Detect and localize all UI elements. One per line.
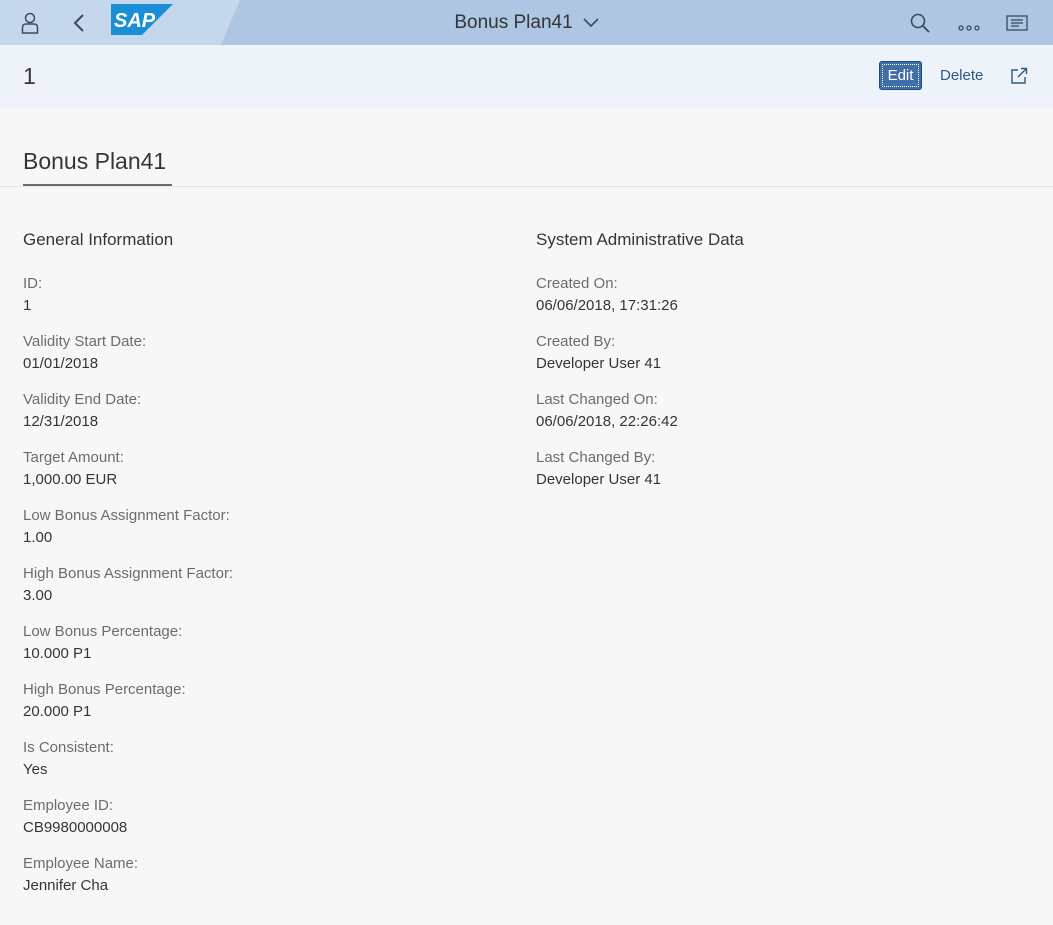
general-information-title: General Information	[23, 230, 174, 249]
field-value: 06/06/2018, 22:26:42	[536, 413, 678, 430]
field-label: Validity End Date:	[23, 391, 142, 408]
field-label: Low Bonus Percentage:	[23, 623, 183, 640]
field-value: 06/06/2018, 17:31:26	[536, 297, 678, 314]
field-label: Created On:	[536, 275, 618, 292]
field-label: Validity Start Date:	[23, 333, 147, 350]
form-field: Employee ID: CB9980000008	[23, 796, 483, 854]
object-header: 1 Edit Delete	[0, 45, 1053, 108]
form-field: Is Consistent: Yes	[23, 738, 483, 796]
field-label: High Bonus Assignment Factor:	[23, 565, 234, 582]
form-field: High Bonus Percentage: 20.000 P1	[23, 680, 483, 738]
field-value: Developer User 41	[536, 355, 662, 372]
tab-bonus-plan[interactable]: Bonus Plan41	[23, 148, 166, 175]
form-field: Last Changed On: 06/06/2018, 22:26:42	[536, 390, 996, 448]
form-field: Validity End Date: 12/31/2018	[23, 390, 483, 448]
notification-list-icon	[1006, 14, 1028, 31]
field-value: Jennifer Cha	[23, 877, 109, 894]
edit-button[interactable]: Edit	[879, 61, 922, 90]
tab-bar-divider	[0, 186, 1053, 187]
field-label: Employee Name:	[23, 855, 139, 872]
field-value: CB9980000008	[23, 819, 128, 836]
field-value: 1.00	[23, 529, 53, 546]
field-label: Created By:	[536, 333, 616, 350]
object-title: 1	[23, 63, 36, 89]
search-button[interactable]	[908, 0, 932, 45]
form-field: Last Changed By: Developer User 41	[536, 448, 996, 506]
share-button[interactable]	[1005, 61, 1033, 90]
form-field: High Bonus Assignment Factor: 3.00	[23, 564, 483, 622]
shell-title[interactable]: Bonus Plan41	[0, 0, 1053, 45]
field-value: 12/31/2018	[23, 413, 99, 430]
form-field: Low Bonus Percentage: 10.000 P1	[23, 622, 483, 680]
search-icon	[910, 13, 930, 33]
form-field: Target Amount: 1,000.00 EUR	[23, 448, 483, 506]
field-value: 10.000 P1	[23, 645, 92, 662]
form-field: Validity Start Date: 01/01/2018	[23, 332, 483, 390]
field-value: 3.00	[23, 587, 53, 604]
field-label: Is Consistent:	[23, 739, 114, 756]
field-value: Developer User 41	[536, 471, 662, 488]
system-administrative-title: System Administrative Data	[536, 230, 744, 249]
field-value: 1,000.00 EUR	[23, 471, 118, 488]
field-value: 1	[23, 297, 32, 314]
field-label: Low Bonus Assignment Factor:	[23, 507, 230, 524]
field-label: Last Changed On:	[536, 391, 658, 408]
chevron-down-icon	[583, 17, 599, 27]
overflow-dots-icon	[958, 24, 980, 31]
shell-bar: SAP Bonus Plan41	[0, 0, 1053, 45]
share-icon	[1011, 67, 1028, 84]
general-information-section: General Information ID: 1 Validity Start D…	[23, 230, 483, 912]
field-label: Employee ID:	[23, 797, 114, 814]
field-label: High Bonus Percentage:	[23, 681, 186, 698]
field-value: 01/01/2018	[23, 355, 99, 372]
field-label: ID:	[23, 275, 43, 292]
form-field: Low Bonus Assignment Factor: 1.00	[23, 506, 483, 564]
field-value: Yes	[23, 761, 48, 778]
form-field: Created On: 06/06/2018, 17:31:26	[536, 274, 996, 332]
form-field: ID: 1	[23, 274, 483, 332]
system-administrative-section: System Administrative Data Created On: 06…	[536, 230, 996, 506]
form-field: Created By: Developer User 41	[536, 332, 996, 390]
delete-button[interactable]: Delete	[932, 61, 991, 90]
shell-title-text: Bonus Plan41	[454, 11, 573, 33]
field-label: Target Amount:	[23, 449, 124, 466]
field-label: Last Changed By:	[536, 449, 656, 466]
more-button[interactable]	[956, 0, 982, 45]
field-value: 20.000 P1	[23, 703, 92, 720]
form-field: Employee Name: Jennifer Cha	[23, 854, 483, 912]
notifications-button[interactable]	[1004, 0, 1030, 45]
